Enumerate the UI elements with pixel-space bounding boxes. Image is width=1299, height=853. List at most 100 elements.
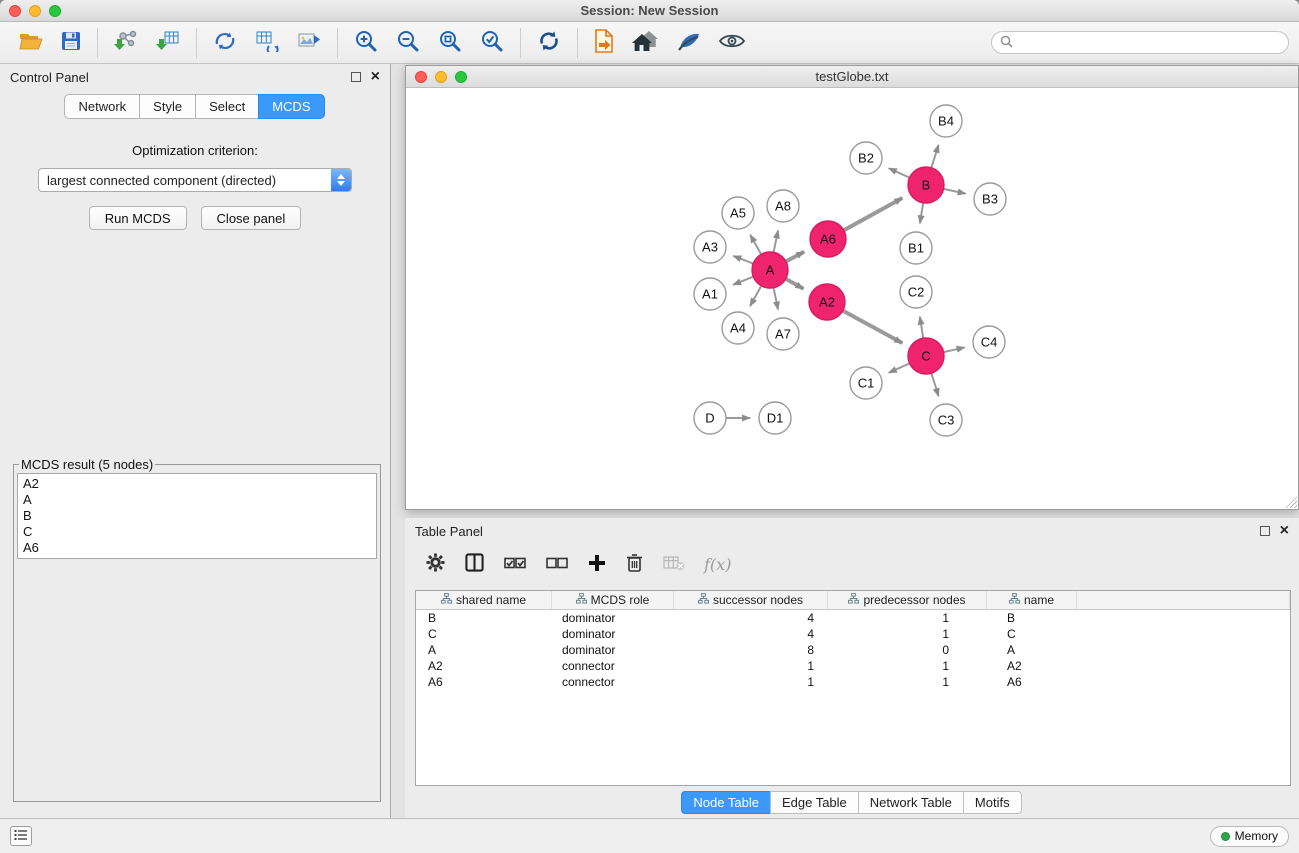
zoom-fit-button[interactable]: [429, 25, 471, 60]
tab-motifs[interactable]: Motifs: [963, 791, 1022, 814]
list-item[interactable]: A6: [23, 540, 371, 556]
graph-edge[interactable]: [920, 317, 923, 339]
column-header[interactable]: shared name: [416, 591, 552, 609]
graph-node[interactable]: C1: [850, 367, 882, 399]
import-network-button[interactable]: [105, 26, 147, 59]
graph-edge[interactable]: [733, 277, 753, 285]
graph-node[interactable]: A8: [767, 190, 799, 222]
close-panel-icon[interactable]: ×: [371, 72, 380, 82]
memory-button[interactable]: Memory: [1210, 826, 1289, 847]
graph-node[interactable]: D: [694, 402, 726, 434]
column-header[interactable]: predecessor nodes: [828, 591, 987, 609]
graph-edge[interactable]: [774, 230, 778, 252]
add-column-button[interactable]: [581, 551, 613, 578]
table-row[interactable]: Bdominator41B: [416, 610, 1290, 626]
show-columns-button[interactable]: [458, 550, 491, 578]
zoom-selected-button[interactable]: [471, 25, 513, 60]
tab-edge-table[interactable]: Edge Table: [770, 791, 859, 814]
close-panel-button[interactable]: Close panel: [201, 206, 302, 230]
graph-node[interactable]: A1: [694, 278, 726, 310]
table-row[interactable]: A6connector11A6: [416, 674, 1290, 690]
minimize-network-window-button[interactable]: [435, 71, 447, 83]
export-image-button[interactable]: [288, 26, 330, 59]
tab-select[interactable]: Select: [195, 94, 259, 119]
graph-node[interactable]: C3: [930, 404, 962, 436]
delete-table-button[interactable]: [656, 552, 692, 577]
graph-node[interactable]: B3: [974, 183, 1006, 215]
function-builder-button[interactable]: f(x): [698, 555, 737, 574]
share-network-button[interactable]: [204, 26, 246, 59]
graph-edge[interactable]: [944, 189, 966, 194]
graph-edge[interactable]: [844, 198, 903, 230]
graph-node[interactable]: C4: [973, 326, 1005, 358]
open-session-button[interactable]: [10, 27, 52, 58]
tab-node-table[interactable]: Node Table: [681, 791, 771, 814]
graph-node[interactable]: A4: [722, 312, 754, 344]
tab-network[interactable]: Network: [64, 94, 140, 119]
network-canvas[interactable]: B4B2BB3A5A8A6A3B1AC2A1A2A4A7C4CC1DD1C3: [406, 88, 1298, 509]
minimize-window-button[interactable]: [29, 5, 41, 17]
graph-edge[interactable]: [786, 252, 804, 262]
graph-edge[interactable]: [786, 279, 804, 289]
close-window-button[interactable]: [9, 5, 21, 17]
criterion-dropdown[interactable]: largest connected component (directed): [38, 168, 352, 192]
network-window-titlebar[interactable]: testGlobe.txt: [406, 66, 1298, 88]
graph-node[interactable]: C2: [900, 276, 932, 308]
graph-edge[interactable]: [920, 203, 923, 224]
graph-edge[interactable]: [944, 347, 965, 352]
delete-column-button[interactable]: [619, 550, 650, 578]
show-details-button[interactable]: [710, 28, 754, 57]
tab-style[interactable]: Style: [139, 94, 196, 119]
resize-grip[interactable]: [1285, 496, 1297, 508]
column-header[interactable]: name: [987, 591, 1077, 609]
first-steps-button[interactable]: [585, 25, 623, 60]
run-mcds-button[interactable]: Run MCDS: [89, 206, 187, 230]
graph-node[interactable]: A5: [722, 197, 754, 229]
close-table-panel-icon[interactable]: ×: [1280, 526, 1289, 536]
deselect-all-button[interactable]: [539, 553, 575, 576]
style-brush-button[interactable]: [668, 26, 710, 59]
graph-edge[interactable]: [733, 256, 753, 264]
graph-node[interactable]: B2: [850, 142, 882, 174]
graph-edge[interactable]: [889, 168, 910, 177]
float-table-panel-button[interactable]: [1260, 526, 1270, 536]
graph-edge[interactable]: [774, 288, 778, 310]
task-history-button[interactable]: [10, 826, 32, 846]
graph-node[interactable]: B: [908, 167, 944, 203]
list-item[interactable]: B: [23, 508, 371, 524]
graph-node[interactable]: B1: [900, 232, 932, 264]
graph-node[interactable]: B4: [930, 105, 962, 137]
search-input[interactable]: [1018, 36, 1280, 50]
refresh-button[interactable]: [528, 25, 570, 60]
zoom-window-button[interactable]: [49, 5, 61, 17]
search-box[interactable]: [991, 31, 1289, 54]
graph-node[interactable]: A2: [809, 284, 845, 320]
graph-edge[interactable]: [750, 286, 761, 306]
save-session-button[interactable]: [52, 27, 90, 58]
float-panel-button[interactable]: [351, 72, 361, 82]
list-item[interactable]: A: [23, 492, 371, 508]
import-table-button[interactable]: [147, 26, 189, 59]
graph-edge[interactable]: [931, 145, 938, 168]
table-row[interactable]: A2connector11A2: [416, 658, 1290, 674]
column-header[interactable]: successor nodes: [674, 591, 828, 609]
graph-node[interactable]: A: [752, 252, 788, 288]
column-header[interactable]: MCDS role: [552, 591, 674, 609]
export-table-button[interactable]: [246, 26, 288, 59]
graph-edge[interactable]: [931, 373, 938, 396]
graph-node[interactable]: D1: [759, 402, 791, 434]
table-row[interactable]: Cdominator41C: [416, 626, 1290, 642]
list-item[interactable]: A2: [23, 476, 371, 492]
close-network-window-button[interactable]: [415, 71, 427, 83]
graph-edge[interactable]: [750, 235, 761, 255]
graph-node[interactable]: A3: [694, 231, 726, 263]
tab-mcds[interactable]: MCDS: [258, 94, 324, 119]
home-button[interactable]: [623, 26, 668, 59]
list-item[interactable]: C: [23, 524, 371, 540]
mcds-result-list[interactable]: A2 A B C A6: [17, 473, 377, 559]
table-settings-button[interactable]: [419, 550, 452, 578]
graph-node[interactable]: A7: [767, 318, 799, 350]
graph-edge[interactable]: [843, 311, 902, 343]
zoom-out-button[interactable]: [387, 25, 429, 60]
select-all-button[interactable]: [497, 553, 533, 576]
